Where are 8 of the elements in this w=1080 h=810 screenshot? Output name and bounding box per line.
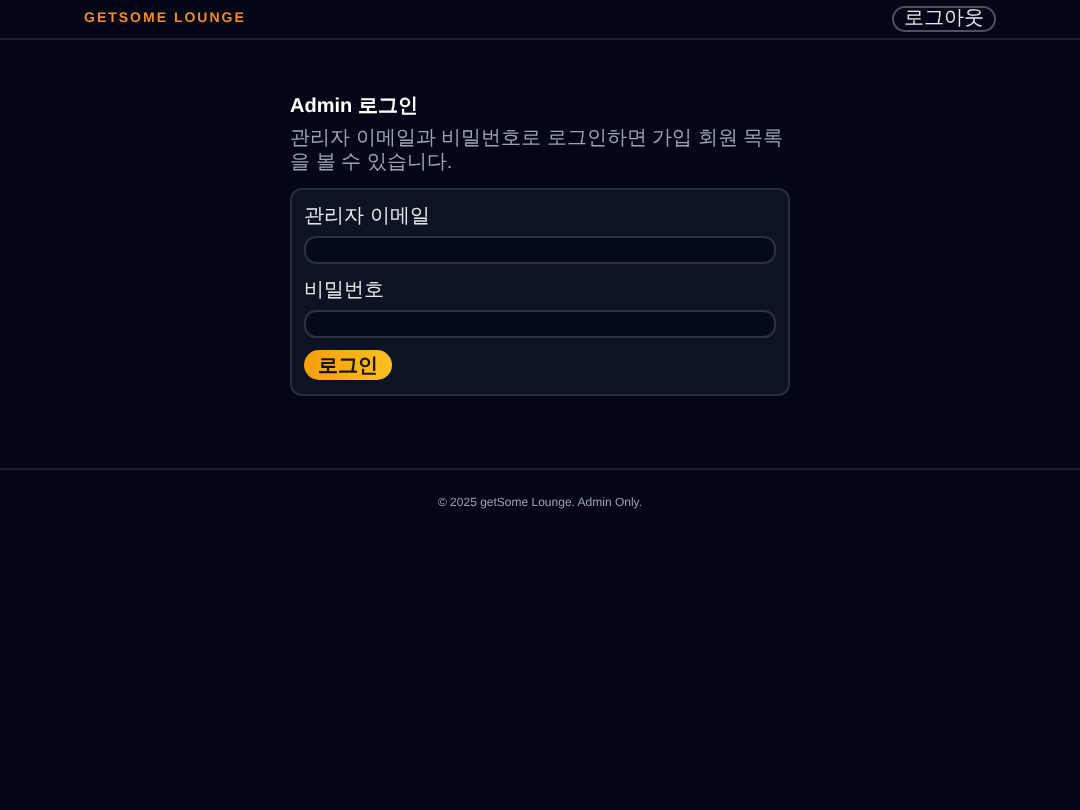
- input-field[interactable]: [304, 236, 776, 264]
- login-button[interactable]: 로그인: [304, 350, 392, 380]
- field-label: 비밀번호: [304, 278, 386, 304]
- page-description: 관리자 이메일과 비밀번호로 로그인하면 가입 회원 목록을 볼 수 있습니다.: [290, 128, 786, 176]
- logout-button[interactable]: 로그아웃: [892, 6, 996, 32]
- field-label: 관리자 이메일: [304, 204, 432, 230]
- input-field[interactable]: [304, 310, 776, 338]
- page-title: Admin 로그인: [290, 94, 420, 120]
